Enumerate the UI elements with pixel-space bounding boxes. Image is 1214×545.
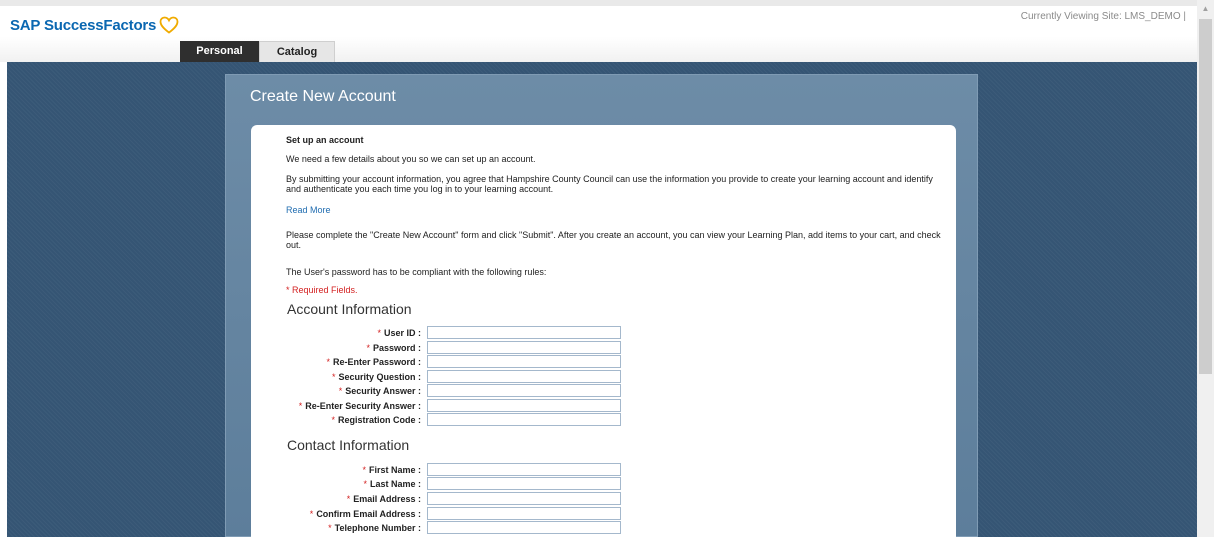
main-tabs: Personal Catalog bbox=[180, 41, 335, 62]
required-marker: * bbox=[298, 401, 303, 411]
last-name-label: Last Name : bbox=[369, 479, 421, 489]
form-row-registration-code: * Registration Code : bbox=[251, 413, 651, 427]
required-marker: * bbox=[366, 343, 370, 353]
field-label: * Last Name : bbox=[363, 479, 421, 489]
required-marker: * bbox=[328, 523, 332, 533]
form-row-user-id: * User ID : bbox=[251, 326, 651, 340]
registration-code-input[interactable] bbox=[427, 413, 621, 426]
account-form-card: Set up an account We need a few details … bbox=[251, 125, 956, 545]
registration-code-label: Registration Code : bbox=[337, 415, 421, 425]
field-label: * Re-Enter Password : bbox=[326, 357, 421, 367]
required-marker: * bbox=[326, 357, 330, 367]
read-more-link[interactable]: Read More bbox=[286, 205, 331, 215]
password-rules-text: The User's password has to be compliant … bbox=[286, 267, 547, 277]
intro-text: We need a few details about you so we ca… bbox=[286, 154, 536, 164]
required-marker: * bbox=[338, 386, 343, 396]
tab-personal[interactable]: Personal bbox=[180, 41, 259, 62]
create-account-panel: Create New Account Set up an account We … bbox=[225, 74, 978, 545]
form-row-security-answer: * Security Answer : bbox=[251, 384, 651, 398]
scroll-up-arrow-icon[interactable]: ▲ bbox=[1197, 0, 1214, 17]
form-row-first-name: * First Name : bbox=[251, 463, 651, 477]
required-marker: * bbox=[331, 415, 335, 425]
contact-information-heading: Contact Information bbox=[287, 437, 410, 453]
page-title: Create New Account bbox=[250, 88, 396, 105]
vertical-scrollbar[interactable]: ▲ bbox=[1197, 0, 1214, 537]
field-label: * Security Answer : bbox=[339, 386, 421, 396]
email-address-label: Email Address : bbox=[353, 494, 421, 504]
user-id-input[interactable] bbox=[427, 326, 621, 339]
email-address-input[interactable] bbox=[427, 492, 621, 505]
sap-successfactors-logo[interactable]: SAP SuccessFactors bbox=[10, 16, 179, 34]
field-label: * First Name : bbox=[362, 465, 421, 475]
form-row-reenter-security-answer: * Re-Enter Security Answer : bbox=[251, 399, 651, 413]
field-label: * Password : bbox=[366, 343, 421, 353]
password-label: Password : bbox=[372, 343, 421, 353]
account-information-heading: Account Information bbox=[287, 301, 412, 317]
security-answer-input[interactable] bbox=[427, 384, 621, 397]
current-site-label: Currently Viewing Site: LMS_DEMO | bbox=[1020, 11, 1186, 22]
tab-catalog[interactable]: Catalog bbox=[259, 41, 335, 62]
first-name-input[interactable] bbox=[427, 463, 621, 476]
field-label: * Email Address : bbox=[347, 494, 421, 504]
form-row-security-question: * Security Question : bbox=[251, 370, 651, 384]
scrollbar-thumb[interactable] bbox=[1199, 19, 1212, 374]
consent-text: By submitting your account information, … bbox=[286, 174, 933, 194]
first-name-label: First Name : bbox=[368, 465, 421, 475]
telephone-number-label: Telephone Number : bbox=[334, 523, 421, 533]
last-name-input[interactable] bbox=[427, 477, 621, 490]
telephone-number-input[interactable] bbox=[427, 521, 621, 534]
app-header: SAP SuccessFactors Currently Viewing Sit… bbox=[0, 6, 1197, 62]
field-label: * Registration Code : bbox=[331, 415, 421, 425]
required-marker: * bbox=[377, 328, 381, 338]
required-marker: * bbox=[363, 479, 367, 489]
field-label: * Telephone Number : bbox=[328, 523, 421, 533]
user-id-label: User ID : bbox=[383, 328, 421, 338]
reenter-password-label: Re-Enter Password : bbox=[332, 357, 421, 367]
reenter-security-answer-label: Re-Enter Security Answer : bbox=[305, 401, 421, 411]
logo-text: SAP SuccessFactors bbox=[10, 16, 157, 34]
confirm-email-label: Confirm Email Address : bbox=[316, 509, 421, 519]
reenter-security-answer-input[interactable] bbox=[427, 399, 621, 412]
field-label: * Security Question : bbox=[332, 372, 421, 382]
instructions-text: Please complete the "Create New Account"… bbox=[286, 230, 941, 250]
password-input[interactable] bbox=[427, 341, 621, 354]
field-label: * User ID : bbox=[377, 328, 421, 338]
security-answer-label: Security Answer : bbox=[345, 386, 421, 396]
form-row-confirm-email: * Confirm Email Address : bbox=[251, 507, 651, 521]
required-marker: * bbox=[346, 494, 351, 504]
confirm-email-input[interactable] bbox=[427, 507, 621, 520]
left-border bbox=[0, 62, 7, 537]
setup-heading: Set up an account bbox=[286, 135, 364, 145]
form-row-reenter-password: * Re-Enter Password : bbox=[251, 355, 651, 369]
security-question-input[interactable] bbox=[427, 370, 621, 383]
field-label: * Confirm Email Address : bbox=[310, 509, 421, 519]
reenter-password-input[interactable] bbox=[427, 355, 621, 368]
required-fields-note: * Required Fields. bbox=[286, 285, 358, 295]
required-marker: * bbox=[331, 372, 336, 382]
form-row-telephone: * Telephone Number : bbox=[251, 521, 651, 535]
required-marker: * bbox=[309, 509, 314, 519]
required-marker: * bbox=[362, 465, 366, 475]
heart-icon bbox=[159, 16, 179, 34]
form-row-password: * Password : bbox=[251, 341, 651, 355]
field-label: * Re-Enter Security Answer : bbox=[299, 401, 421, 411]
security-question-label: Security Question : bbox=[338, 372, 421, 382]
form-row-email: * Email Address : bbox=[251, 492, 651, 506]
form-row-last-name: * Last Name : bbox=[251, 477, 651, 491]
